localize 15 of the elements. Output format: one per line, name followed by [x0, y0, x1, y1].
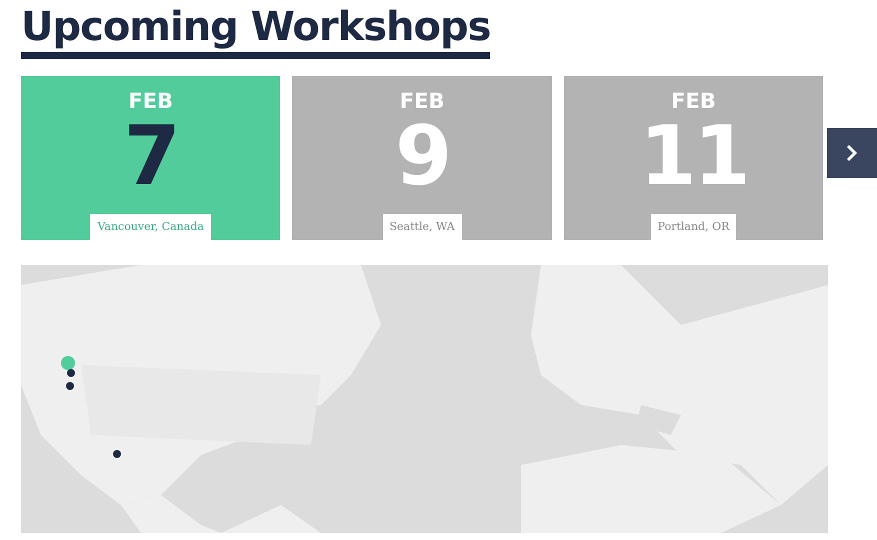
- day-number: 7: [124, 114, 178, 200]
- day-number: 9: [395, 114, 450, 200]
- location-label: Portland, OR: [650, 214, 736, 240]
- workshop-card[interactable]: FEB 9 Seattle, WA: [292, 76, 552, 240]
- month-label: FEB: [128, 88, 174, 114]
- month-label: FEB: [400, 88, 444, 114]
- page-title: Upcoming Workshops: [21, 0, 490, 59]
- month-label: FEB: [671, 88, 716, 114]
- workshop-card[interactable]: FEB 11 Portland, OR: [564, 76, 824, 240]
- location-label: Vancouver, Canada: [90, 214, 211, 240]
- location-label: Seattle, WA: [382, 214, 462, 240]
- day-number: 11: [639, 114, 748, 200]
- next-button[interactable]: [827, 128, 877, 178]
- chevron-right-icon: [846, 144, 858, 162]
- workshop-card[interactable]: FEB 7 Vancouver, Canada: [21, 76, 280, 240]
